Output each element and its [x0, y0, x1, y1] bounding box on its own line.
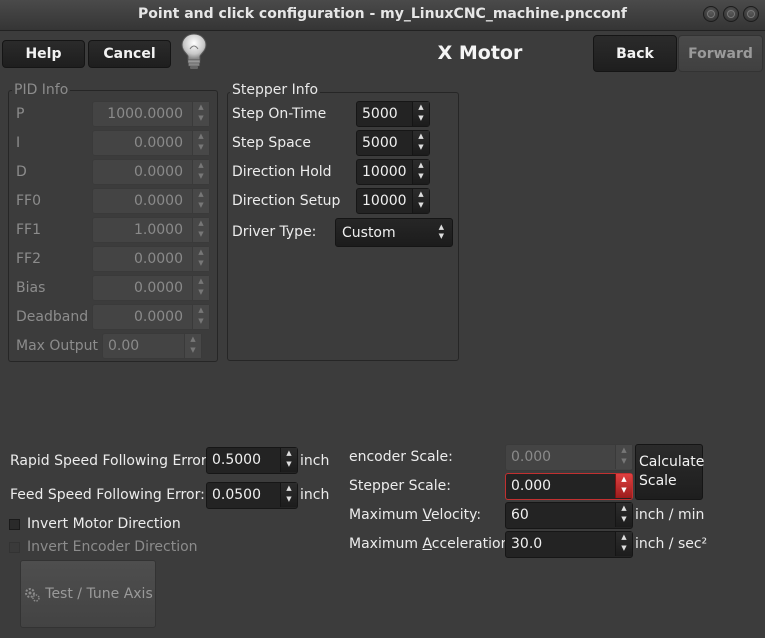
velocity-unit: inch / min: [635, 507, 705, 523]
direction-setup-label: Direction Setup: [232, 193, 341, 209]
pid-bias-spinbox[interactable]: 0.0000 ▲ ▼: [92, 275, 210, 301]
invert-motor-label: Invert Motor Direction: [27, 516, 181, 532]
stepper-scale-label: Stepper Scale:: [349, 478, 451, 494]
spin-arrows-icon[interactable]: ▲ ▼: [280, 448, 297, 472]
acceleration-unit: inch / sec²: [635, 536, 708, 552]
driver-type-label: Driver Type:: [232, 224, 317, 240]
pid-i-label: I: [16, 135, 21, 151]
max-velocity-spinbox[interactable]: 60 ▲ ▼: [505, 502, 633, 529]
direction-setup-spinbox[interactable]: 10000 ▲ ▼: [356, 188, 430, 214]
spin-arrows-icon[interactable]: ▲ ▼: [412, 131, 429, 155]
spin-arrows-icon[interactable]: ▲ ▼: [280, 483, 297, 507]
max-velocity-label: Maximum Velocity:: [349, 507, 482, 523]
pid-p-spinbox[interactable]: 1000.0000 ▲ ▼: [92, 101, 210, 127]
close-icon[interactable]: [743, 6, 759, 22]
invert-encoder-checkbox[interactable]: [9, 542, 20, 553]
forward-button[interactable]: Forward: [678, 35, 763, 72]
step-space-spinbox[interactable]: 5000 ▲ ▼: [356, 130, 430, 156]
spin-arrows-icon[interactable]: ▲ ▼: [192, 247, 209, 271]
invert-motor-checkbox[interactable]: [9, 519, 20, 530]
updown-icon: ▲ ▼: [438, 223, 444, 240]
step-on-time-label: Step On-Time: [232, 106, 327, 122]
spin-arrows-icon[interactable]: ▲ ▼: [192, 131, 209, 155]
spin-arrows-icon[interactable]: ▲ ▼: [184, 334, 201, 358]
max-acceleration-label: Maximum Acceleration:: [349, 536, 515, 552]
pid-deadband-label: Deadband: [16, 309, 89, 325]
lightbulb-icon: [181, 33, 207, 69]
back-button[interactable]: Back: [593, 35, 677, 72]
pid-ff2-spinbox[interactable]: 0.0000 ▲ ▼: [92, 246, 210, 272]
spin-arrows-icon[interactable]: ▲ ▼: [192, 189, 209, 213]
pid-d-spinbox[interactable]: 0.0000 ▲ ▼: [92, 159, 210, 185]
stepper-scale-spinbox[interactable]: 0.000 ▲ ▼: [505, 473, 633, 500]
pid-ff1-label: FF1: [16, 222, 42, 238]
spin-arrows-icon[interactable]: ▲ ▼: [412, 160, 429, 184]
spin-arrows-icon[interactable]: ▲ ▼: [615, 474, 632, 498]
max-acceleration-spinbox[interactable]: 30.0 ▲ ▼: [505, 531, 633, 558]
title-bar: Point and click configuration - my_Linux…: [0, 0, 765, 31]
pid-info-label: PID Info: [12, 82, 71, 98]
spin-arrows-icon[interactable]: ▲ ▼: [412, 189, 429, 213]
spin-arrows-icon[interactable]: ▲ ▼: [192, 305, 209, 329]
spin-arrows-icon[interactable]: ▲ ▼: [192, 276, 209, 300]
page-title: X Motor: [437, 42, 523, 64]
test-tune-axis-button[interactable]: Test / Tune Axis: [20, 560, 156, 628]
pid-bias-label: Bias: [16, 280, 46, 296]
pid-ff0-label: FF0: [16, 193, 42, 209]
pid-d-label: D: [16, 164, 27, 180]
pid-max-output-spinbox[interactable]: 0.00 ▲ ▼: [102, 333, 202, 359]
spin-arrows-icon[interactable]: ▲ ▼: [615, 445, 632, 469]
gears-icon: [25, 588, 41, 602]
minimize-icon[interactable]: [703, 6, 719, 22]
spin-arrows-icon[interactable]: ▲ ▼: [615, 503, 632, 527]
spin-arrows-icon[interactable]: ▲ ▼: [412, 102, 429, 126]
rapid-following-error-spinbox[interactable]: 0.5000 ▲ ▼: [206, 447, 298, 474]
spin-arrows-icon[interactable]: ▲ ▼: [192, 218, 209, 242]
pid-ff1-spinbox[interactable]: 1.0000 ▲ ▼: [92, 217, 210, 243]
pid-p-label: P: [16, 106, 25, 122]
direction-hold-spinbox[interactable]: 10000 ▲ ▼: [356, 159, 430, 185]
feed-following-error-label: Feed Speed Following Error:: [10, 487, 205, 503]
pid-ff2-label: FF2: [16, 251, 42, 267]
calculate-scale-button[interactable]: Calculate Scale: [635, 444, 704, 500]
encoder-scale-label: encoder Scale:: [349, 449, 453, 465]
pid-i-spinbox[interactable]: 0.0000 ▲ ▼: [92, 130, 210, 156]
spin-arrows-icon[interactable]: ▲ ▼: [615, 532, 632, 556]
pid-ff0-spinbox[interactable]: 0.0000 ▲ ▼: [92, 188, 210, 214]
driver-type-select[interactable]: Custom ▲ ▼: [335, 218, 453, 247]
pid-max-output-label: Max Output: [16, 338, 99, 354]
help-button[interactable]: Help: [2, 40, 85, 68]
encoder-scale-spinbox[interactable]: 0.000 ▲ ▼: [505, 444, 633, 471]
window-title: Point and click configuration - my_Linux…: [138, 6, 627, 22]
step-space-label: Step Space: [232, 135, 311, 151]
maximize-icon[interactable]: [723, 6, 739, 22]
feed-unit: inch: [300, 487, 330, 503]
rapid-following-error-label: Rapid Speed Following Error:: [10, 453, 212, 469]
cancel-button[interactable]: Cancel: [88, 40, 171, 68]
invert-encoder-label: Invert Encoder Direction: [27, 539, 198, 555]
direction-hold-label: Direction Hold: [232, 164, 332, 180]
spin-arrows-icon[interactable]: ▲ ▼: [192, 160, 209, 184]
rapid-unit: inch: [300, 453, 330, 469]
stepper-info-label: Stepper Info: [230, 82, 321, 98]
step-on-time-spinbox[interactable]: 5000 ▲ ▼: [356, 101, 430, 127]
pid-deadband-spinbox[interactable]: 0.0000 ▲ ▼: [92, 304, 210, 330]
feed-following-error-spinbox[interactable]: 0.0500 ▲ ▼: [206, 482, 298, 509]
spin-arrows-icon[interactable]: ▲ ▼: [192, 102, 209, 126]
